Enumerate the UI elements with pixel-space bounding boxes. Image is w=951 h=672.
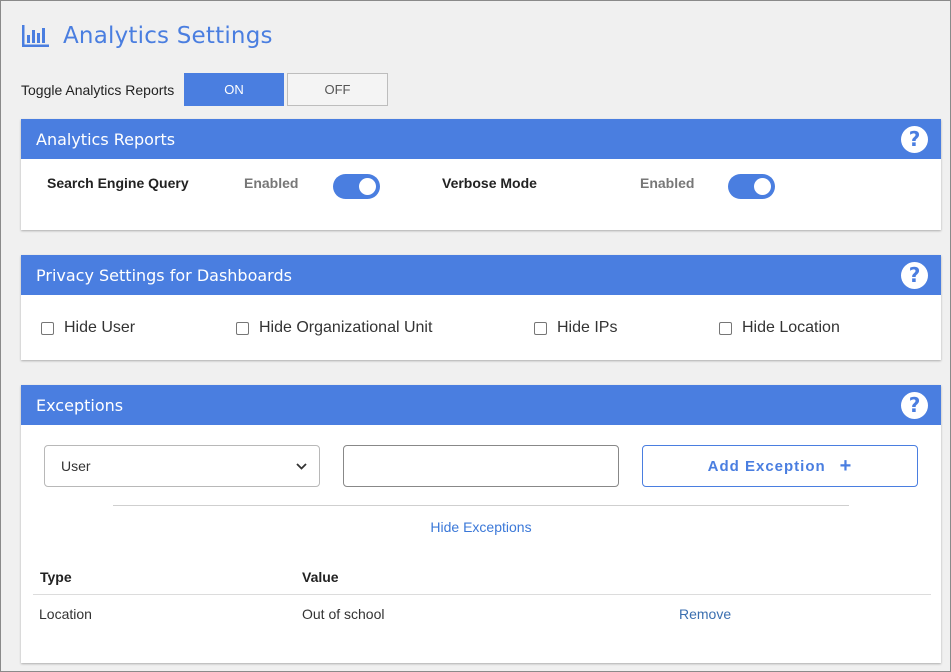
remove-exception-link[interactable]: Remove bbox=[679, 606, 731, 622]
switch-knob bbox=[359, 178, 376, 195]
value-column-header: Value bbox=[302, 569, 339, 585]
plus-icon: + bbox=[839, 455, 853, 477]
hide-user-checkbox[interactable] bbox=[41, 321, 54, 335]
exception-value-input[interactable] bbox=[343, 445, 619, 487]
verbose-mode-status: Enabled bbox=[640, 175, 695, 191]
exception-row-type: Location bbox=[39, 606, 92, 622]
hide-organizational-unit-checkbox[interactable] bbox=[236, 321, 249, 335]
privacy-settings-header: Privacy Settings for Dashboards ? bbox=[21, 255, 941, 295]
help-icon[interactable]: ? bbox=[901, 391, 928, 419]
table-divider bbox=[33, 594, 931, 595]
privacy-settings-panel: Privacy Settings for Dashboards ? Hide U… bbox=[21, 255, 941, 360]
analytics-on-off-toggle: ON OFF bbox=[184, 73, 388, 106]
search-engine-query-label: Search Engine Query bbox=[47, 175, 189, 191]
hide-user-option[interactable]: Hide User bbox=[41, 319, 135, 337]
privacy-settings-title: Privacy Settings for Dashboards bbox=[36, 265, 292, 285]
divider bbox=[113, 505, 849, 506]
hide-ips-checkbox[interactable] bbox=[534, 321, 547, 335]
page-header: Analytics Settings bbox=[22, 21, 273, 51]
add-exception-label: Add Exception bbox=[707, 457, 826, 475]
off-button[interactable]: OFF bbox=[287, 73, 388, 106]
chevron-down-icon bbox=[296, 462, 307, 470]
hide-location-option[interactable]: Hide Location bbox=[719, 319, 840, 337]
exception-type-select[interactable]: User bbox=[44, 445, 320, 487]
toggle-analytics-row: Toggle Analytics Reports ON OFF bbox=[21, 73, 388, 106]
hide-location-label: Hide Location bbox=[742, 319, 840, 336]
toggle-analytics-label: Toggle Analytics Reports bbox=[21, 81, 175, 98]
hide-ips-label: Hide IPs bbox=[557, 319, 618, 336]
exceptions-header: Exceptions ? bbox=[21, 385, 941, 425]
search-engine-query-switch[interactable] bbox=[333, 174, 380, 199]
analytics-reports-panel: Analytics Reports ? Search Engine Query … bbox=[21, 119, 941, 230]
verbose-mode-switch[interactable] bbox=[728, 174, 775, 199]
page-title: Analytics Settings bbox=[63, 23, 273, 49]
exceptions-panel: Exceptions ? User Add Exception + Hide E… bbox=[21, 385, 941, 663]
analytics-reports-header: Analytics Reports ? bbox=[21, 119, 941, 159]
analytics-reports-title: Analytics Reports bbox=[36, 129, 176, 149]
help-icon[interactable]: ? bbox=[901, 125, 928, 153]
hide-user-label: Hide User bbox=[64, 319, 136, 336]
hide-location-checkbox[interactable] bbox=[719, 321, 732, 335]
verbose-mode-label: Verbose Mode bbox=[442, 175, 537, 191]
search-engine-query-status: Enabled bbox=[244, 175, 299, 191]
switch-knob bbox=[754, 178, 771, 195]
hide-ips-option[interactable]: Hide IPs bbox=[534, 319, 617, 337]
type-column-header: Type bbox=[40, 569, 72, 585]
hide-exceptions-link[interactable]: Hide Exceptions bbox=[21, 519, 941, 535]
add-exception-button[interactable]: Add Exception + bbox=[642, 445, 918, 487]
help-icon[interactable]: ? bbox=[901, 261, 928, 289]
exception-type-value: User bbox=[61, 458, 91, 474]
exceptions-title: Exceptions bbox=[36, 395, 124, 415]
hide-organizational-unit-label: Hide Organizational Unit bbox=[259, 319, 433, 336]
on-button[interactable]: ON bbox=[184, 73, 284, 106]
hide-organizational-unit-option[interactable]: Hide Organizational Unit bbox=[236, 319, 432, 337]
bar-chart-icon bbox=[22, 25, 49, 47]
exception-row-value: Out of school bbox=[302, 606, 385, 622]
